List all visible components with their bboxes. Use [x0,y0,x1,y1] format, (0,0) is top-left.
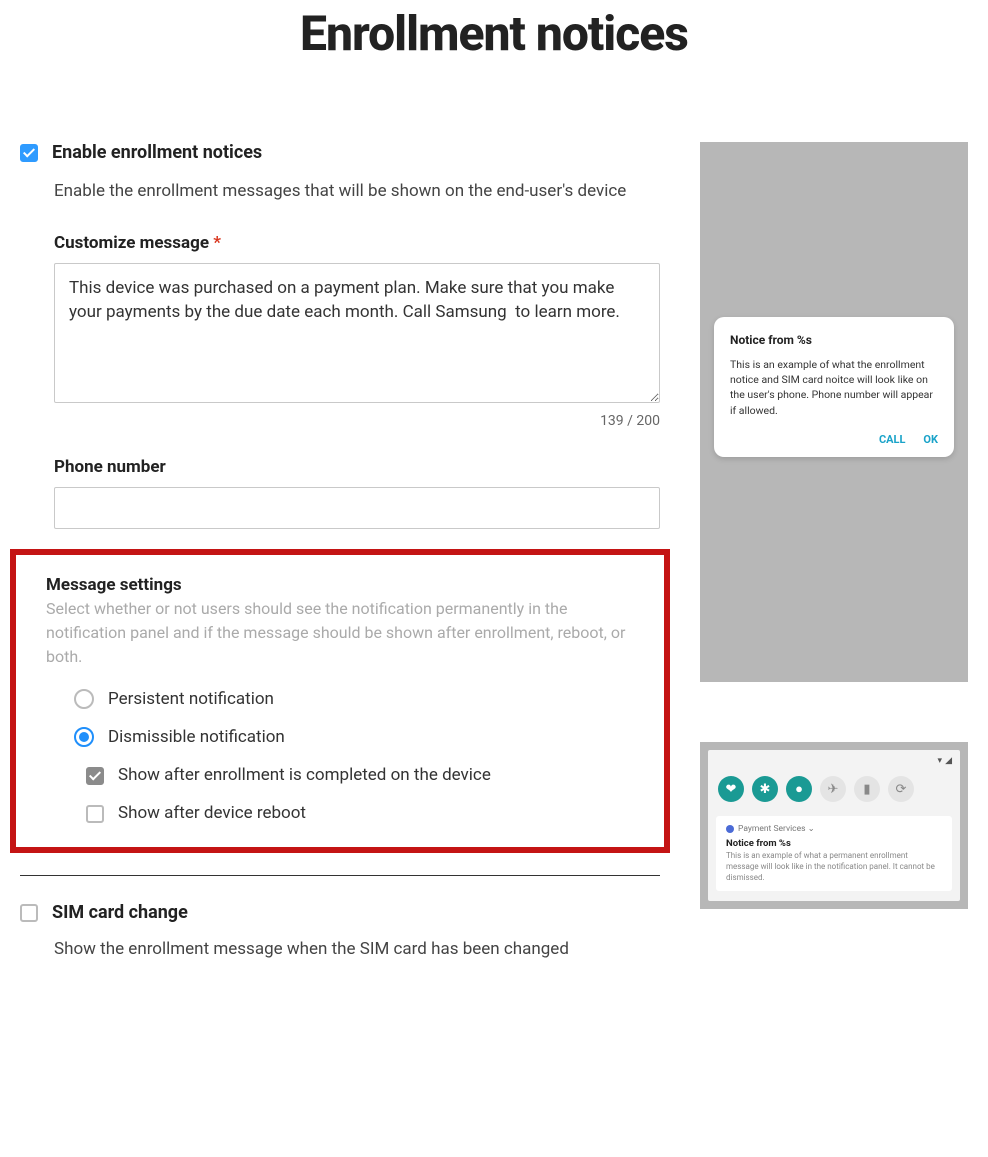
preview-notification-app: Payment Services ⌄ [726,824,942,834]
enable-enrollment-description: Enable the enrollment messages that will… [54,179,660,205]
preview-column: Notice from %s This is an example of wha… [700,142,968,909]
sim-card-change-description: Show the enrollment message when the SIM… [54,937,660,963]
customize-message-label: Customize message * [54,233,660,253]
quick-settings-row: ❤ ✱ ● ✈ ▮ ⟳ [716,772,952,806]
sim-card-change-checkbox[interactable] [20,904,38,922]
persistent-notification-label: Persistent notification [108,689,274,709]
preview-dialog-ok-button: OK [923,433,938,446]
persistent-notification-radio[interactable] [74,689,94,709]
message-settings-sub: Select whether or not users should see t… [46,597,640,669]
qs-flashlight-icon: ▮ [854,776,880,802]
show-after-reboot-label: Show after device reboot [118,803,306,823]
wifi-status-icon: ▾ [938,756,943,766]
preview-notification-card: Payment Services ⌄ Notice from %s This i… [716,816,952,891]
show-after-enrollment-label: Show after enrollment is completed on th… [118,765,491,785]
dismissible-notification-radio[interactable] [74,727,94,747]
customize-message-textarea[interactable] [54,263,660,403]
enable-enrollment-label: Enable enrollment notices [52,142,262,163]
preview-dialog-body: This is an example of what the enrollmen… [730,357,938,418]
enable-enrollment-checkbox[interactable] [20,144,38,162]
char-counter: 139 / 200 [54,413,660,429]
qs-airplane-icon: ✈ [820,776,846,802]
phone-number-label: Phone number [54,457,660,477]
qs-bluetooth-icon: ✱ [752,776,778,802]
qs-rotate-icon: ⟳ [888,776,914,802]
preview-dialog-card: Notice from %s This is an example of wha… [714,317,954,457]
preview-notification-body: This is an example of what a permanent e… [726,851,942,883]
signal-status-icon: ◢ [945,756,952,766]
preview-notification-title: Notice from %s [726,838,942,849]
preview-notification-frame: ▾ ◢ ❤ ✱ ● ✈ ▮ ⟳ Payment Services ⌄ Notic… [700,742,968,909]
message-settings-heading: Message settings [46,575,640,595]
status-bar: ▾ ◢ [716,756,952,766]
preview-dialog-title: Notice from %s [730,333,938,347]
sim-card-change-label: SIM card change [52,902,188,923]
section-divider [20,875,660,876]
dismissible-notification-label: Dismissible notification [108,727,285,747]
qs-sound-icon: ● [786,776,812,802]
form-column: Enable enrollment notices Enable the enr… [20,142,660,962]
show-after-enrollment-checkbox[interactable] [86,767,104,785]
page-title: Enrollment notices [20,5,968,62]
message-settings-highlight: Message settings Select whether or not u… [10,549,670,853]
preview-dialog-frame: Notice from %s This is an example of wha… [700,142,968,682]
show-after-reboot-checkbox[interactable] [86,805,104,823]
required-asterisk: * [213,233,221,253]
qs-wifi-icon: ❤ [718,776,744,802]
preview-dialog-call-button: CALL [879,433,906,446]
phone-number-input[interactable] [54,487,660,529]
